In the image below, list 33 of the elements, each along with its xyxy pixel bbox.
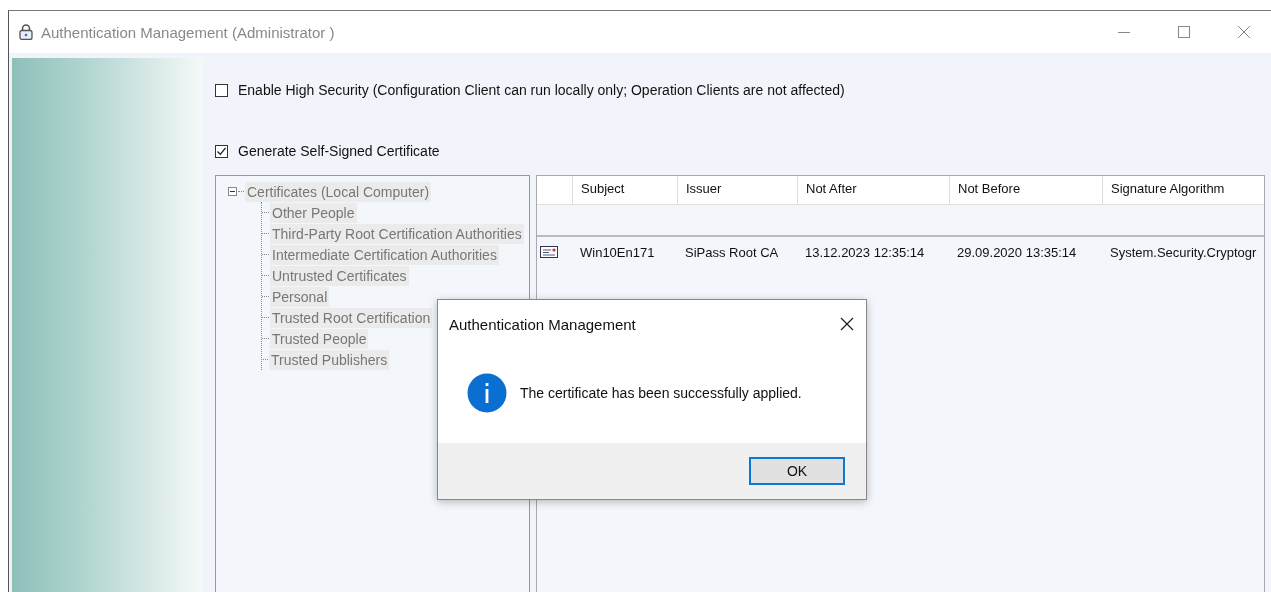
tree-item[interactable]: Trusted Publishers xyxy=(269,349,390,370)
column-header[interactable]: Subject xyxy=(573,176,678,204)
table-cell-text: SiPass Root CA xyxy=(684,244,780,260)
checkbox[interactable] xyxy=(215,144,228,158)
tree-item[interactable]: Personal xyxy=(270,286,330,307)
padlock-icon xyxy=(19,24,33,40)
close-icon[interactable] xyxy=(840,317,854,331)
column-header[interactable]: Not After xyxy=(798,176,950,204)
tree-item[interactable]: Other People xyxy=(270,202,357,223)
tree-item[interactable]: Untrusted Certificates xyxy=(270,265,409,286)
column-header[interactable]: Signature Algorithm xyxy=(1103,176,1264,204)
dialog-message: The certificate has been successfully applied. xyxy=(520,384,802,401)
maximize-icon[interactable] xyxy=(1177,25,1191,39)
tree-item[interactable]: Trusted Root Certification xyxy=(270,307,433,328)
ok-button[interactable]: OK xyxy=(749,457,845,485)
table-cell-text: System.Security.Cryptogr xyxy=(1109,244,1258,260)
table-cell-text: 13.12.2023 12:35:14 xyxy=(804,244,926,260)
tree-item[interactable]: Intermediate Certification Authorities xyxy=(270,244,499,265)
info-icon xyxy=(467,372,507,413)
tree-item[interactable]: Certificates (Local Computer) xyxy=(245,181,432,202)
tree-item[interactable]: Third-Party Root Certification Authorities xyxy=(270,223,524,244)
table-cell-text: 29.09.2020 13:35:14 xyxy=(956,244,1078,260)
checkbox[interactable] xyxy=(215,83,228,97)
checkbox-label: Enable High Security (Configuration Client can run locally only; Operation Clients are not affected) xyxy=(238,82,845,98)
table-cell-text: Win10En171 xyxy=(579,244,656,260)
dialog-title: Authentication Management xyxy=(449,315,636,333)
collapse-icon[interactable] xyxy=(228,187,237,196)
tree-item[interactable]: Trusted People xyxy=(270,328,369,349)
certificate-icon xyxy=(540,246,558,258)
column-header[interactable]: Issuer xyxy=(678,176,798,204)
column-header[interactable]: Not Before xyxy=(950,176,1103,204)
window-title: Authentication Management (Administrator ) xyxy=(41,23,335,41)
checkbox-label: Generate Self-Signed Certificate xyxy=(238,143,440,159)
